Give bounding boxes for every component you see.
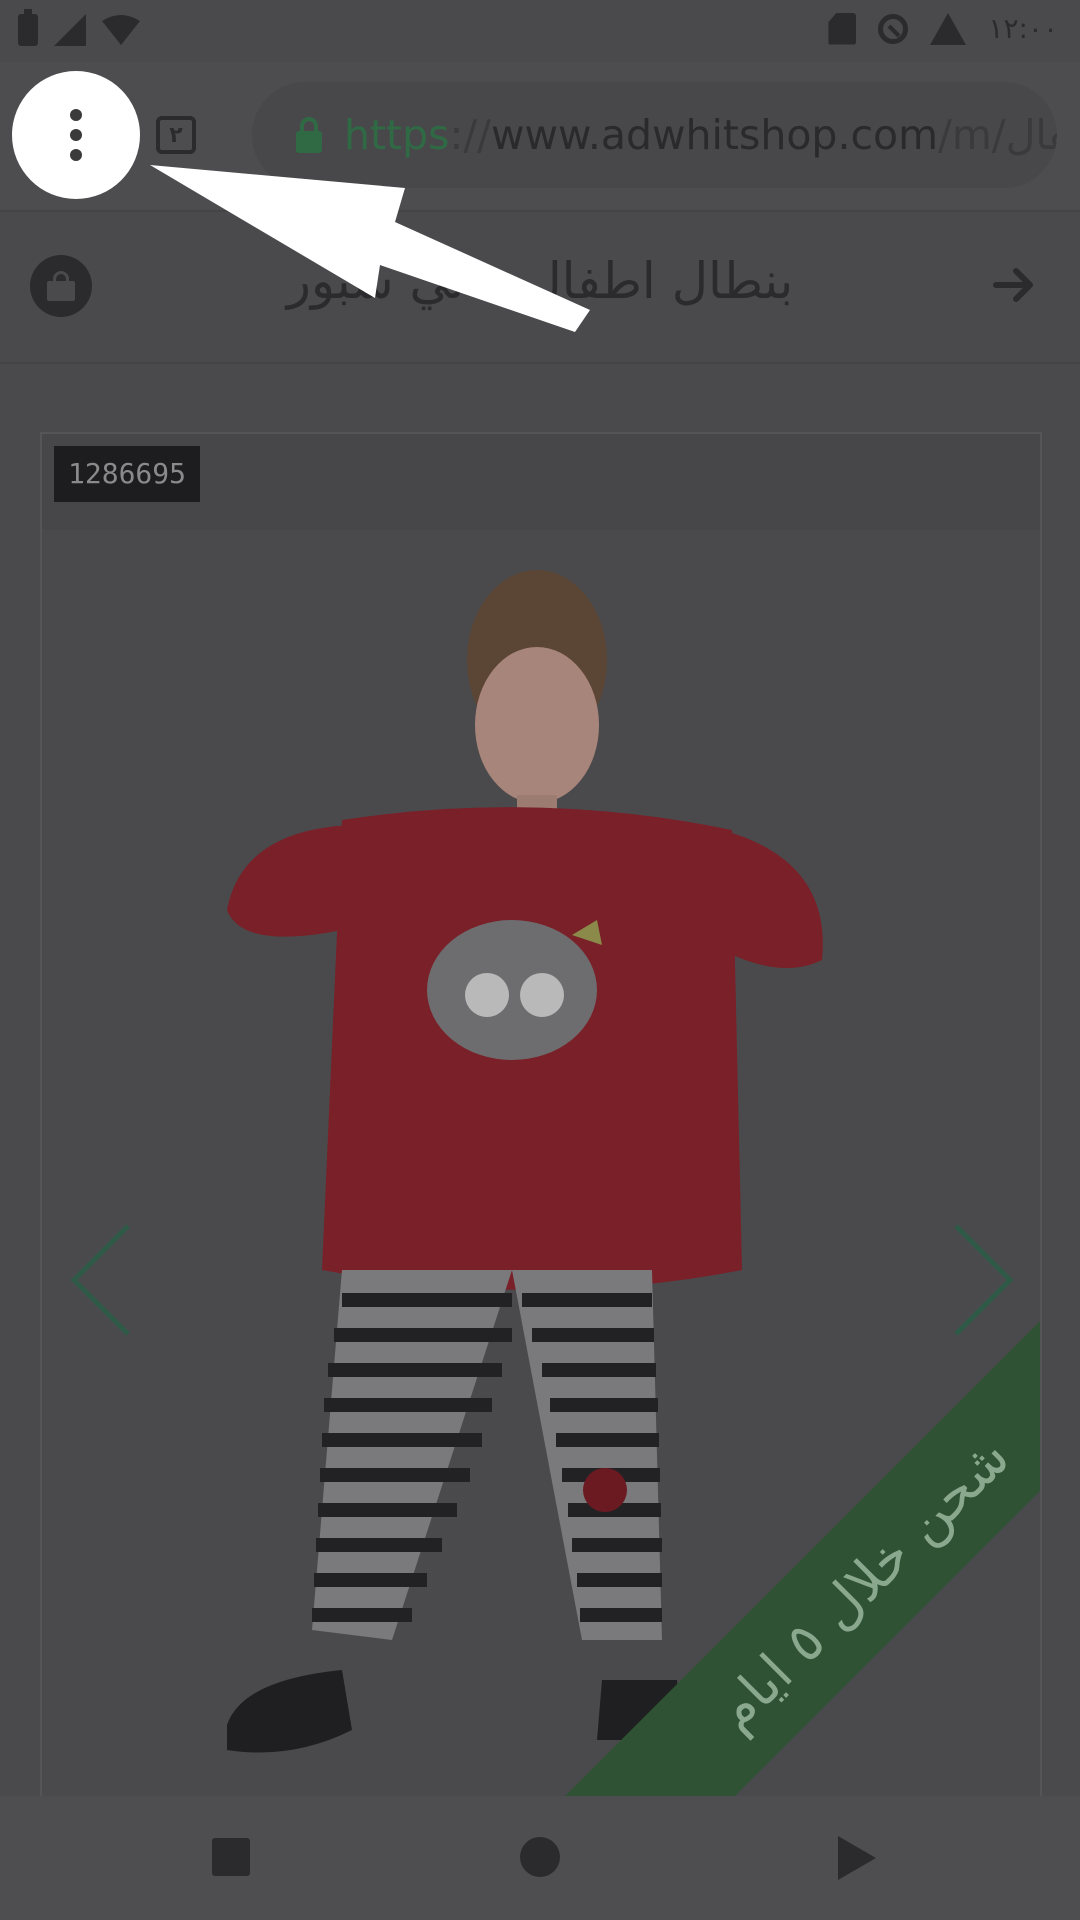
carousel-next-icon[interactable] [948, 1220, 1018, 1340]
data-saver-icon [878, 13, 909, 44]
lock-icon[interactable] [296, 117, 322, 153]
tab-switcher-button[interactable]: ٢ [156, 116, 196, 154]
battery-icon [18, 9, 38, 46]
system-nav-bar [0, 1796, 1080, 1920]
url-scheme: https [344, 111, 450, 159]
sku-badge: 1286695 [54, 446, 201, 502]
url-bar[interactable]: https://www.adwhitshop.com/m/طفال [252, 82, 1057, 188]
menu-dot [70, 109, 82, 121]
back-square-icon[interactable] [212, 1838, 250, 1876]
page-title: بنطال اطفال بناتي سبور [286, 252, 794, 310]
arrow-forward-icon[interactable] [990, 260, 1040, 310]
home-circle-icon[interactable] [520, 1837, 560, 1877]
product-photo[interactable]: شحن خلال ٥ ايام [42, 530, 1040, 1800]
url-text[interactable]: https://www.adwhitshop.com/m/طفال [344, 111, 1057, 159]
menu-dot [70, 129, 82, 141]
carousel-prev-icon[interactable] [66, 1220, 136, 1340]
product-card: 1286695 شحن خلال ٥ ايام [40, 432, 1042, 1802]
recent-triangle-icon[interactable] [838, 1836, 876, 1880]
url-path: /m/طفال [938, 111, 1057, 159]
url-domain: www.adwhitshop.com [490, 111, 939, 159]
sd-card-icon [828, 12, 857, 45]
warning-icon [930, 12, 967, 45]
status-right: ١٢:٠٠ [828, 12, 1058, 45]
wifi-icon [102, 15, 140, 45]
menu-dot [70, 149, 82, 161]
signal-icon [54, 14, 86, 46]
status-time: ١٢:٠٠ [988, 12, 1058, 45]
status-left [18, 9, 140, 46]
more-vert-icon[interactable] [12, 71, 140, 199]
shopping-bag-icon[interactable] [30, 255, 92, 317]
page-header: بنطال اطفال بناتي سبور [0, 212, 1080, 364]
url-separator: :// [449, 111, 491, 159]
status-bar: ١٢:٠٠ [0, 0, 1080, 62]
browser-toolbar: ٢ https://www.adwhitshop.com/m/طفال [0, 62, 1080, 212]
